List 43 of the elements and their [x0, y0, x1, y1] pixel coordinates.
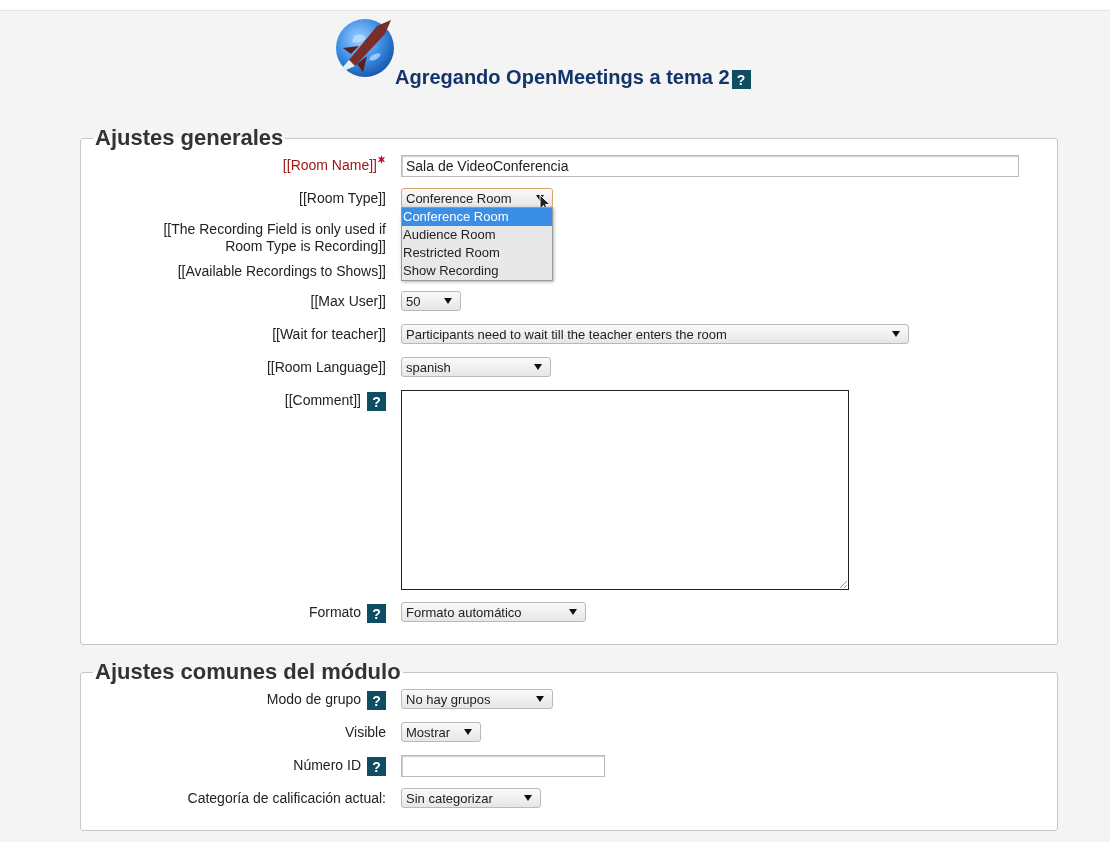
help-icon[interactable]: ?: [367, 604, 386, 623]
caret-icon: [524, 795, 532, 801]
text-field[interactable]: [401, 755, 605, 777]
field-label: [[Wait for teacher]]: [272, 326, 386, 343]
field-label: Modo de grupo: [266, 691, 361, 708]
help-icon[interactable]: ?: [367, 757, 386, 776]
field-label: [[Room Name]]: [282, 157, 377, 174]
caret-icon: [444, 298, 452, 304]
dropdown-select[interactable]: Participants need to wait till the teacher enters the room: [401, 324, 909, 344]
field-label: [[Room Language]]: [266, 359, 386, 376]
section-heading: Ajustes comunes del módulo: [94, 659, 402, 685]
dropdown-select[interactable]: 50: [401, 291, 461, 311]
field-label: Visible: [345, 724, 386, 741]
dropdown-select[interactable]: spanish: [401, 357, 551, 377]
caret-icon: [569, 609, 577, 615]
field-label: [[The Recording Field is only used if Room Type is Recording]]: [162, 221, 386, 255]
comment-textarea[interactable]: [401, 390, 849, 590]
caret-icon: [534, 364, 542, 370]
field-label: [[Room Type]]: [299, 190, 386, 207]
field-label: Número ID: [293, 757, 361, 774]
section-heading: Ajustes generales: [94, 125, 285, 151]
caret-icon: [464, 729, 472, 735]
caret-icon: [892, 331, 900, 337]
dropdown-select[interactable]: Sin categorizar: [401, 788, 541, 808]
dropdown-select[interactable]: Mostrar: [401, 722, 481, 742]
field-label: [[Available Recordings to Shows]]: [177, 263, 386, 280]
help-icon[interactable]: ?: [367, 392, 386, 411]
help-icon[interactable]: ?: [731, 70, 751, 89]
page-title: Agregando OpenMeetings a tema 2: [395, 65, 730, 89]
field-label: Formato: [308, 604, 361, 621]
field-label: [[Max User]]: [310, 293, 386, 310]
resize-grip-icon: [839, 580, 847, 588]
help-icon[interactable]: ?: [367, 691, 386, 710]
dropdown-select[interactable]: No hay grupos: [401, 689, 553, 709]
dropdown-option[interactable]: Restricted Room: [402, 244, 552, 262]
caret-icon: [536, 696, 544, 702]
field-label: Categoría de calificación actual:: [187, 790, 386, 807]
text-field[interactable]: Sala de VideoConferencia: [401, 155, 1019, 177]
dropdown-option[interactable]: Audience Room: [402, 226, 552, 244]
dropdown-select[interactable]: Conference Room: [401, 188, 553, 208]
field-label: [[Comment]]: [284, 392, 361, 409]
dropdown-option[interactable]: Show Recording: [402, 262, 552, 280]
dropdown-select[interactable]: Formato automático: [401, 602, 586, 622]
